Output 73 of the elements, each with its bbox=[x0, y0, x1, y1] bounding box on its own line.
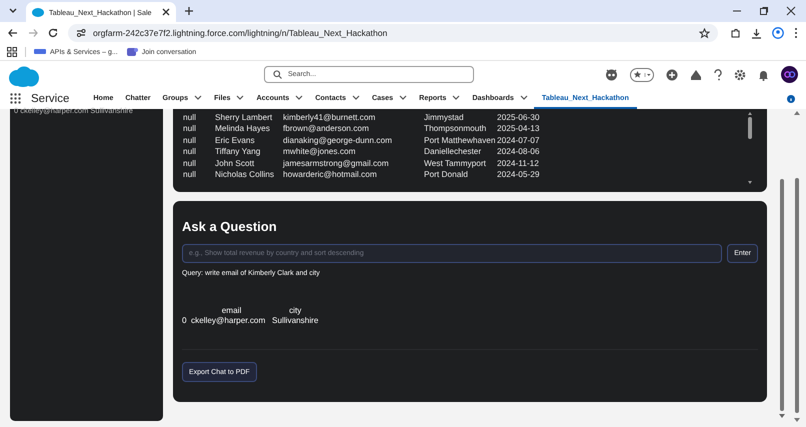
table-cell-text: null bbox=[183, 134, 197, 145]
plus-icon[interactable] bbox=[184, 6, 194, 16]
chevron-down-icon[interactable] bbox=[352, 94, 360, 100]
bell-icon[interactable] bbox=[758, 68, 769, 80]
table-cell: 2024-05-29 bbox=[497, 169, 540, 180]
table-cell-text: Daniellechester bbox=[424, 146, 482, 156]
table-cell: Sullivanshire bbox=[272, 316, 318, 325]
table-cell-text: Sherry Lambert bbox=[215, 112, 274, 122]
table-cell-text: null bbox=[183, 123, 197, 134]
chevron-down-icon[interactable] bbox=[452, 94, 460, 100]
scrollbar-drawing[interactable] bbox=[779, 179, 785, 419]
table-cell: 2024-11-12 bbox=[497, 158, 539, 168]
column-header: city bbox=[288, 306, 302, 316]
site-settings-icon[interactable] bbox=[76, 28, 86, 38]
chevron-down-icon[interactable] bbox=[236, 94, 244, 100]
table-cell-text: West Tammyport bbox=[424, 158, 487, 168]
table-cell-text: null bbox=[183, 146, 197, 156]
settings-icon[interactable] bbox=[734, 68, 746, 80]
reload-icon[interactable] bbox=[48, 28, 58, 38]
table-cell-text: null bbox=[183, 169, 197, 180]
table-cell-text: Port Matthewhaven bbox=[424, 134, 496, 145]
card-title: Ask a Question bbox=[182, 219, 278, 234]
chevron-down-icon[interactable] bbox=[295, 94, 304, 100]
add-icon[interactable] bbox=[666, 68, 678, 80]
table-cell-text: null bbox=[183, 158, 197, 168]
table-cell-text: Jimmystad bbox=[424, 112, 465, 122]
address-field[interactable]: orgfarm-242c37e7f2.lightning.force.com/lightning/n/Tableau_Next_Hackathon bbox=[68, 24, 718, 42]
app-name: Service bbox=[31, 92, 70, 104]
account-icon[interactable] bbox=[772, 27, 784, 39]
chevron-down-icon[interactable] bbox=[520, 94, 528, 100]
table-cell-text: mwhite@jones.com bbox=[283, 146, 357, 156]
star-icon[interactable] bbox=[699, 28, 710, 38]
scrollbar-drawing[interactable] bbox=[747, 111, 753, 185]
app-launcher-icon[interactable] bbox=[10, 93, 21, 104]
restore-icon[interactable] bbox=[759, 6, 769, 16]
favorites-icon[interactable] bbox=[630, 68, 654, 82]
download-icon[interactable] bbox=[751, 28, 762, 38]
robot-icon[interactable] bbox=[605, 68, 618, 81]
table-cell-text: Port Donald bbox=[424, 169, 469, 180]
table-cell-text: Thompsonmouth bbox=[424, 123, 488, 134]
avatar-icon[interactable] bbox=[781, 66, 798, 83]
close-icon[interactable] bbox=[162, 8, 170, 16]
table-cell-text: John Scott bbox=[215, 158, 256, 168]
table-cell: 2025-06-30 bbox=[497, 112, 540, 122]
chat-app-icon bbox=[126, 47, 138, 57]
chevron-down-icon[interactable] bbox=[194, 94, 202, 100]
table-cell-text: null bbox=[183, 112, 197, 122]
table-cell: 2025-04-13 bbox=[497, 123, 540, 134]
table-cell-text: Eric Evans bbox=[215, 134, 256, 145]
table-cell-text: dianaking@george-dunn.com bbox=[283, 134, 393, 145]
table-cell-text: 0 bbox=[182, 316, 188, 325]
more-icon[interactable] bbox=[794, 27, 798, 39]
apps-grid-icon[interactable] bbox=[7, 47, 17, 57]
info-icon bbox=[787, 94, 795, 102]
table-cell-text: ckelley@harper.com bbox=[191, 316, 266, 325]
table-cell-text: fbrown@anderson.com bbox=[283, 123, 370, 134]
search-icon bbox=[273, 70, 282, 79]
table-cell-text: howarderic@hotmail.com bbox=[283, 169, 378, 180]
help-icon[interactable] bbox=[714, 68, 722, 80]
table-cell: 2024-07-07 bbox=[497, 134, 540, 145]
table-cell-text: jamesarmstrong@gmail.com bbox=[283, 158, 390, 168]
cloud-icon bbox=[32, 8, 44, 16]
close-icon[interactable] bbox=[786, 6, 796, 16]
table-cell-text: Nicholas Collins bbox=[215, 169, 276, 180]
back-icon[interactable] bbox=[8, 28, 18, 38]
table-cell: 2024-08-06 bbox=[497, 146, 540, 156]
table-cell-text: kimberly41@burnett.com bbox=[283, 112, 376, 122]
column-header: email bbox=[220, 306, 242, 316]
table-cell-text: Melinda Hayes bbox=[215, 123, 271, 134]
scrollbar-drawing[interactable] bbox=[794, 110, 800, 424]
chevron-down-icon[interactable] bbox=[399, 94, 408, 100]
table-cell-text: Tiffany Yang bbox=[215, 146, 262, 156]
cloud-logo-icon bbox=[8, 66, 39, 86]
